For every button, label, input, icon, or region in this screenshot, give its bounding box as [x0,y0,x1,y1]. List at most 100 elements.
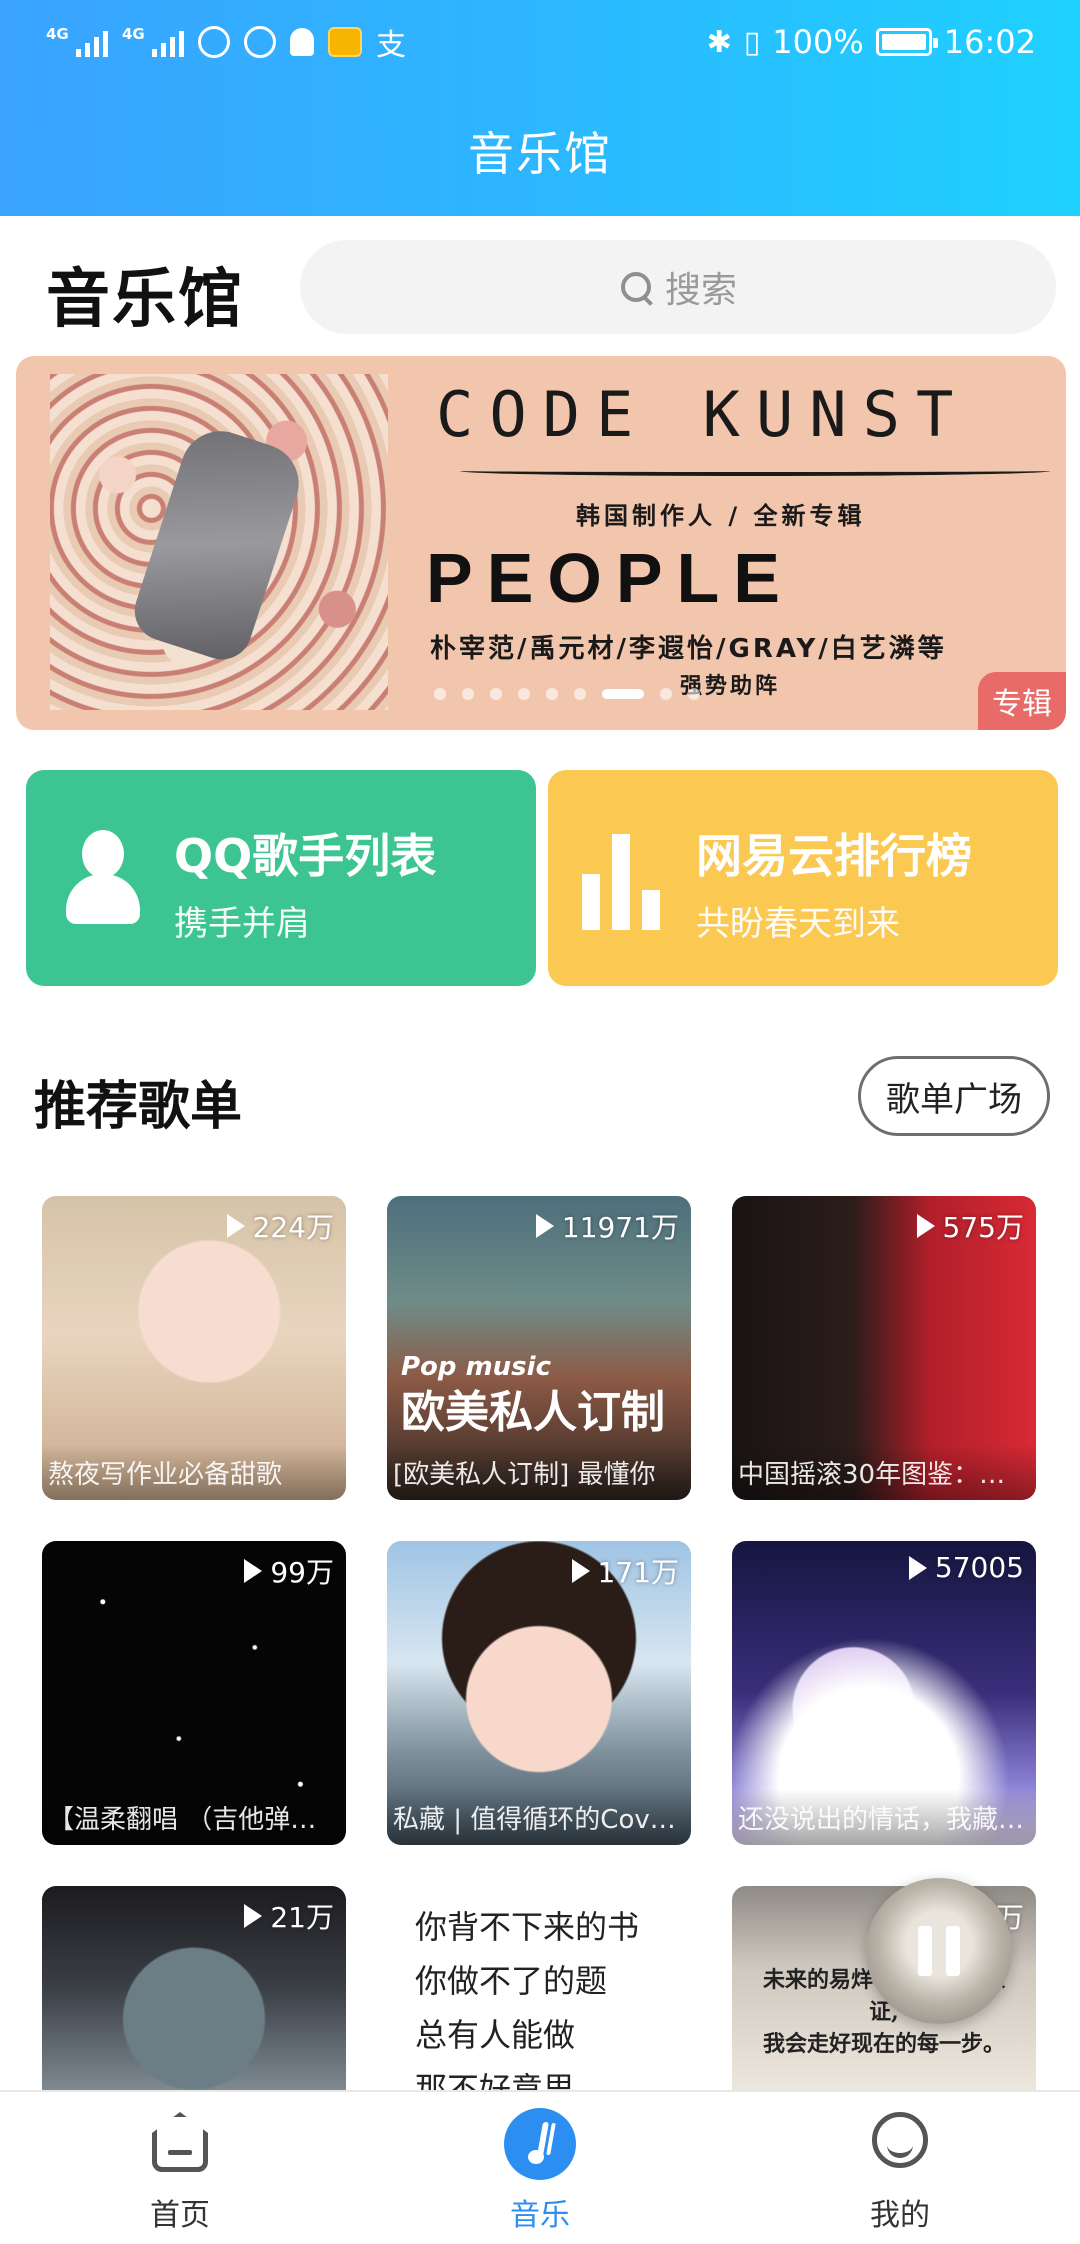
play-count-value: 11971万 [561,1211,679,1244]
banner-carousel[interactable]: CODE KUNST 韩国制作人 / 全新专辑 PEOPLE 朴宰范/禹元材/李… [16,356,1066,730]
playlist-title: 中国摇滚30年图鉴：永… [732,1444,1036,1500]
playlist-card[interactable]: 11971万 Pop music 欧美私人订制 [欧美私人订制] 最懂你 [387,1196,691,1500]
signal-icon: 4G [46,25,108,57]
carousel-dot[interactable] [462,688,474,700]
play-icon [226,1214,245,1238]
card-subtitle: 共盼春天到来 [696,904,900,944]
battery-icon [875,28,938,56]
nav-label: 音乐 [510,2198,570,2233]
app-header: 4G 4G 支 ✱ ▯ 100% 16:02 音乐馆 [0,0,1080,216]
status-left-icons: 4G 4G 支 [46,20,406,64]
play-icon [535,1214,554,1238]
play-icon [908,1555,927,1580]
vibrate-icon: ▯ [743,24,761,60]
header-title: 音乐馆 [468,127,612,181]
play-count: 21万 [244,1896,334,1936]
playlist-square-button[interactable]: 歌单广场 [858,1056,1050,1136]
person-icon [62,830,142,930]
playlist-card[interactable]: 你背不下来的书 你做不了的题 总有人能做 那不好意思 [387,1886,691,2090]
banner-featured-artists: 朴宰范/禹元材/李遐怡/GRAY/白艺潾等 [430,634,947,664]
album-badge: 专辑 [978,672,1066,730]
status-bar: 4G 4G 支 ✱ ▯ 100% 16:02 [0,0,1080,84]
section-title: 推荐歌单 [34,1077,243,1137]
nav-label: 我的 [870,2198,930,2233]
play-count-value: 224万 [252,1211,334,1244]
play-count: 575万 [916,1206,1024,1246]
playlist-title: 【温柔翻唱 （吉他弹… [42,1789,346,1845]
carousel-indicator [434,688,700,700]
smiley-icon [872,2112,928,2168]
bluetooth-icon: ✱ [706,24,732,60]
signal-icon: 4G [122,25,184,57]
music-note-icon [504,2108,576,2180]
nav-item-me[interactable]: 我的 [800,2092,1000,2244]
inscription-line: 我会走好现在的每一步。 [762,2031,1005,2057]
bar-chart-icon [582,830,662,930]
bottom-navigation: 首页 音乐 我的 [0,2090,1080,2244]
card-title: QQ歌手列表 [174,829,437,883]
play-icon [571,1559,590,1583]
qq-singer-list-card[interactable]: QQ歌手列表 携手并肩 [26,770,536,986]
network-type-label: 4G [46,25,69,43]
playlist-title: 熬夜写作业必备甜歌 [42,1444,346,1500]
poem-line: 总有人能做 [415,2016,576,2054]
carousel-dot[interactable] [546,688,558,700]
status-right-icons: ✱ ▯ 100% 16:02 [707,20,1036,64]
home-icon [152,2112,208,2172]
playlist-card[interactable]: 21万 [42,1886,346,2090]
cover-title: 欧美私人订制 [401,1387,665,1438]
nav-label: 首页 [150,2198,210,2233]
card-subtitle: 携手并肩 [174,904,310,944]
alarm-icon [244,26,276,58]
carousel-dot[interactable] [490,688,502,700]
alipay-icon: 支 [376,28,406,63]
playlist-card[interactable]: 57005 还没说出的情话，我藏… [732,1541,1036,1845]
play-count: 171万 [571,1551,679,1591]
banner-underline [460,466,1050,476]
cover-poem: 你背不下来的书 你做不了的题 总有人能做 那不好意思 [415,1900,639,2090]
mail-icon [328,27,362,57]
playlist-card[interactable]: 99万 【温柔翻唱 （吉他弹… [42,1541,346,1845]
page-title: 音乐馆 [46,263,244,337]
nav-item-music[interactable]: 音乐 [440,2092,640,2244]
mini-player-button[interactable] [866,1878,1012,2024]
search-icon [619,270,653,304]
battery-percent: 100% [772,23,864,61]
clock: 16:02 [943,23,1036,61]
play-count: 224万 [226,1206,334,1246]
carousel-dot[interactable] [434,688,446,700]
search-placeholder: 搜索 [664,270,737,311]
playlist-title: 私藏 | 值得循环的Cove… [387,1789,691,1845]
pause-icon [918,1926,962,1976]
play-count: 11971万 [535,1206,679,1246]
banner-artist: CODE KUNST [436,378,970,451]
playlist-card[interactable]: 224万 熬夜写作业必备甜歌 [42,1196,346,1500]
carousel-dot[interactable] [518,688,530,700]
play-count-value: 171万 [597,1556,679,1589]
carousel-dot[interactable] [574,688,586,700]
poem-line: 那不好意思 [415,2070,576,2090]
network-type-label: 4G [122,25,145,43]
play-count-value: 99万 [270,1556,334,1589]
carousel-dot[interactable] [660,688,672,700]
banner-person-figure [126,420,310,668]
play-count-value: 57005 [934,1551,1024,1584]
playlist-card[interactable]: 171万 私藏 | 值得循环的Cove… [387,1541,691,1845]
play-icon [916,1214,935,1238]
poem-line: 你背不下来的书 [415,1908,640,1946]
banner-album-title: PEOPLE [426,539,794,617]
playlist-card[interactable]: 575万 中国摇滚30年图鉴：永… [732,1196,1036,1500]
carousel-dot-active[interactable] [602,689,644,699]
netease-chart-card[interactable]: 网易云排行榜 共盼春天到来 [548,770,1058,986]
nav-item-home[interactable]: 首页 [80,2092,280,2244]
play-count: 99万 [244,1551,334,1591]
card-title: 网易云排行榜 [696,829,972,883]
play-count-value: 21万 [270,1901,334,1934]
play-count-value: 575万 [942,1211,1024,1244]
poem-line: 你做不了的题 [415,1962,608,2000]
carousel-dot[interactable] [688,688,700,700]
bell-icon [290,28,314,56]
play-icon [244,1904,263,1928]
search-input[interactable]: 搜索 [300,240,1056,334]
hotspot-icon [198,26,230,58]
